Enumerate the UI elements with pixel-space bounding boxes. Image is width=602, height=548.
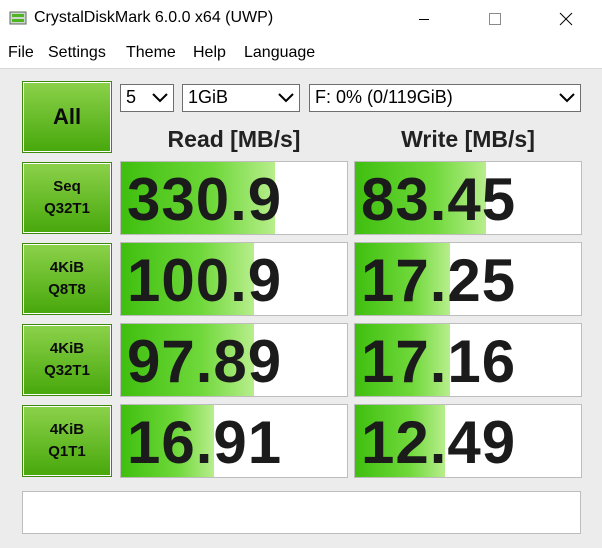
test-label-line2: Q1T1 [48,443,86,460]
menu-help[interactable]: Help [193,44,226,62]
maximize-icon [489,13,501,25]
close-icon [559,12,573,26]
test-label-line2: Q32T1 [44,200,90,217]
write-header: Write [MB/s] [401,126,535,152]
test-label-line1: Seq [53,178,81,195]
chevron-down-icon [559,93,575,103]
chevron-down-icon [152,93,168,103]
read-result-cell: 97.89 [120,323,348,397]
read-value: 97.89 [127,328,283,395]
menu-file[interactable]: File [8,44,34,62]
comment-field[interactable] [22,491,581,534]
test-label-line1: 4KiB [49,340,85,357]
test-size-value: 1GiB [188,87,229,107]
menu-theme[interactable]: Theme [126,44,176,62]
read-result-cell: 16.91 [120,404,348,478]
test-count-value: 5 [126,87,137,107]
write-result-cell: 17.16 [354,323,582,397]
read-result-cell: 330.9 [120,161,348,235]
test-count-select[interactable]: 5 [120,84,174,112]
menu-language[interactable]: Language [244,44,315,62]
test-label-line1: 4KiB [49,259,85,276]
seq-q32t1-button[interactable]: Seq Q32T1 [22,162,112,234]
read-value: 330.9 [127,166,283,233]
write-value: 12.49 [361,409,517,476]
window-title: CrystalDiskMark 6.0.0 x64 (UWP) [34,9,274,26]
drive-value: F: 0% (0/119GiB) [315,87,453,107]
all-button[interactable]: All [22,81,112,153]
write-result-cell: 12.49 [354,404,582,478]
test-size-select[interactable]: 1GiB [182,84,300,112]
maximize-button[interactable] [472,0,518,38]
write-result-cell: 17.25 [354,242,582,316]
menu-settings[interactable]: Settings [48,44,106,62]
4kib-q32t1-button[interactable]: 4KiB Q32T1 [22,324,112,396]
chevron-down-icon [278,93,294,103]
menu-bar: File Settings Theme Help Language [0,38,602,68]
read-value: 100.9 [127,247,283,314]
test-label-line2: Q32T1 [44,362,90,379]
write-value: 83.45 [361,166,517,233]
test-label-line2: Q8T8 [48,281,86,298]
read-header: Read [MB/s] [167,126,301,152]
read-value: 16.91 [127,409,283,476]
minimize-button[interactable] [401,0,447,38]
app-drive-icon [9,11,27,25]
minimize-icon [419,19,429,20]
read-result-cell: 100.9 [120,242,348,316]
drive-select[interactable]: F: 0% (0/119GiB) [309,84,581,112]
write-result-cell: 83.45 [354,161,582,235]
close-button[interactable] [543,0,589,38]
title-bar: CrystalDiskMark 6.0.0 x64 (UWP) [0,0,602,38]
4kib-q8t8-button[interactable]: 4KiB Q8T8 [22,243,112,315]
4kib-q1t1-button[interactable]: 4KiB Q1T1 [22,405,112,477]
write-value: 17.16 [361,328,517,395]
all-button-label: All [52,104,82,129]
test-label-line1: 4KiB [49,421,85,438]
write-value: 17.25 [361,247,517,314]
